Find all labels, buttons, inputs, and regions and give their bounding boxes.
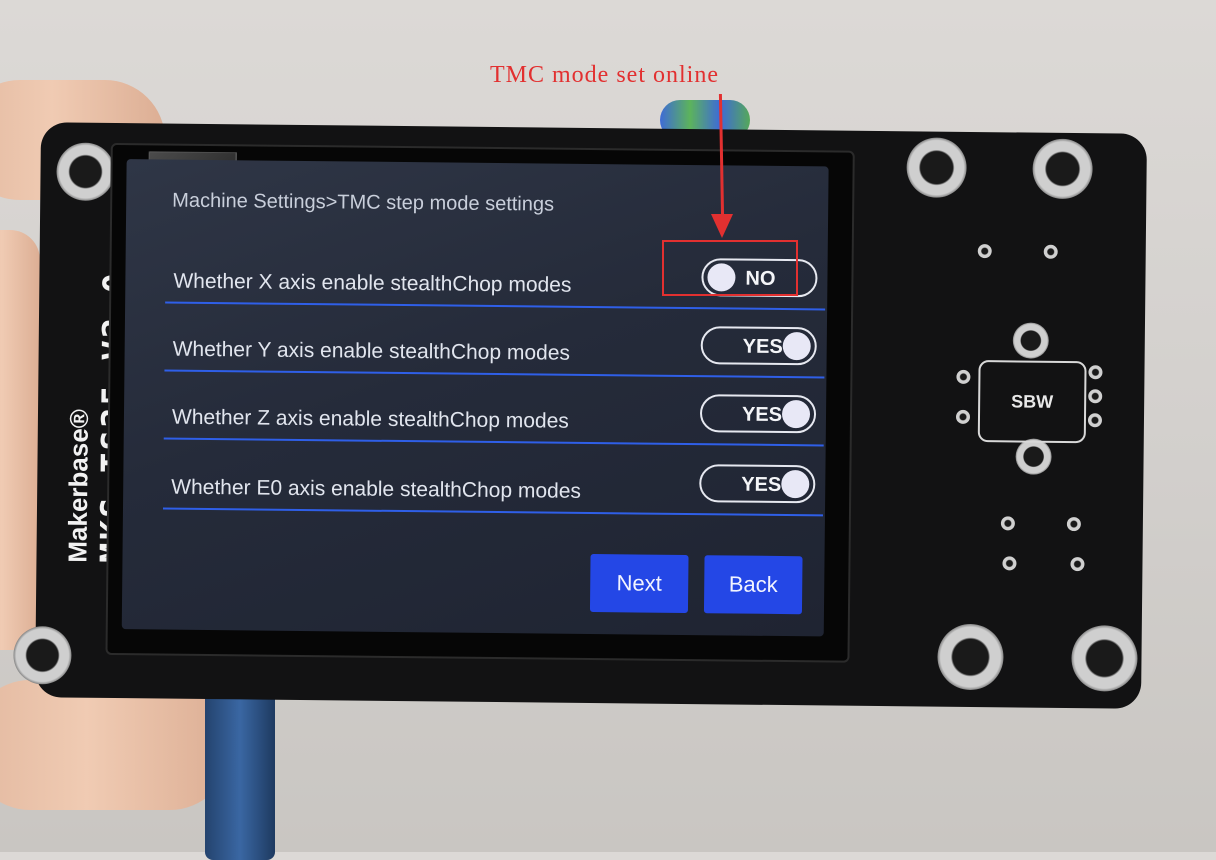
toggle-knob bbox=[781, 469, 810, 499]
setting-label-x: Whether X axis enable stealthChop modes bbox=[173, 269, 572, 297]
toggle-state-label: YES bbox=[742, 335, 783, 359]
toggle-y-stealthchop[interactable]: YES bbox=[700, 326, 817, 366]
pad bbox=[1000, 516, 1015, 531]
annotation-highlight-box bbox=[662, 240, 798, 296]
usb-cable bbox=[205, 690, 275, 860]
setting-row-z: Whether Z axis enable stealthChop modes … bbox=[163, 371, 825, 447]
setting-label-e0: Whether E0 axis enable stealthChop modes bbox=[171, 475, 582, 503]
finger-left bbox=[0, 230, 40, 650]
setting-label-z: Whether Z axis enable stealthChop modes bbox=[171, 405, 569, 433]
breadcrumb: Machine Settings>TMC step mode settings bbox=[172, 189, 555, 216]
sbw-chip-label: SBW bbox=[977, 360, 1087, 444]
toggle-state-label: YES bbox=[741, 473, 782, 496]
next-button[interactable]: Next bbox=[589, 554, 689, 614]
setting-row-e0: Whether E0 axis enable stealthChop modes… bbox=[162, 441, 824, 517]
pad bbox=[1002, 556, 1017, 571]
pad bbox=[1087, 413, 1103, 428]
toggle-state-label: YES bbox=[741, 403, 783, 426]
mount-hole bbox=[1071, 625, 1138, 692]
mount-hole bbox=[937, 623, 1004, 691]
mount-hole bbox=[13, 625, 72, 685]
toggle-knob bbox=[782, 332, 811, 361]
mount-hole bbox=[56, 142, 115, 201]
pad bbox=[1066, 516, 1081, 532]
pad bbox=[1043, 244, 1058, 259]
setting-label-y: Whether Y axis enable stealthChop modes bbox=[172, 337, 571, 365]
pad bbox=[955, 409, 971, 424]
thumb-bottom bbox=[0, 680, 230, 810]
brand-label: Makerbase® bbox=[62, 408, 95, 563]
annotation-label: TMC mode set online bbox=[490, 62, 719, 88]
pcb-board: SBW Makerbase® MKS TS35 V2.0 Machine Set… bbox=[13, 122, 1147, 709]
setting-row-y: Whether Y axis enable stealthChop modes … bbox=[164, 303, 826, 379]
mount-hole bbox=[1015, 438, 1052, 475]
toggle-e0-stealthchop[interactable]: YES bbox=[699, 464, 816, 504]
mount-hole bbox=[906, 137, 967, 198]
pad bbox=[1088, 389, 1103, 404]
pad bbox=[1070, 557, 1085, 572]
pad bbox=[977, 244, 992, 259]
mount-hole bbox=[1032, 138, 1093, 200]
toggle-z-stealthchop[interactable]: YES bbox=[699, 394, 817, 434]
annotation-arrow-head bbox=[711, 214, 733, 238]
mount-hole bbox=[1012, 322, 1049, 359]
back-button[interactable]: Back bbox=[703, 555, 803, 615]
toggle-knob bbox=[781, 400, 811, 429]
pad bbox=[956, 369, 971, 384]
pad bbox=[1088, 365, 1103, 380]
